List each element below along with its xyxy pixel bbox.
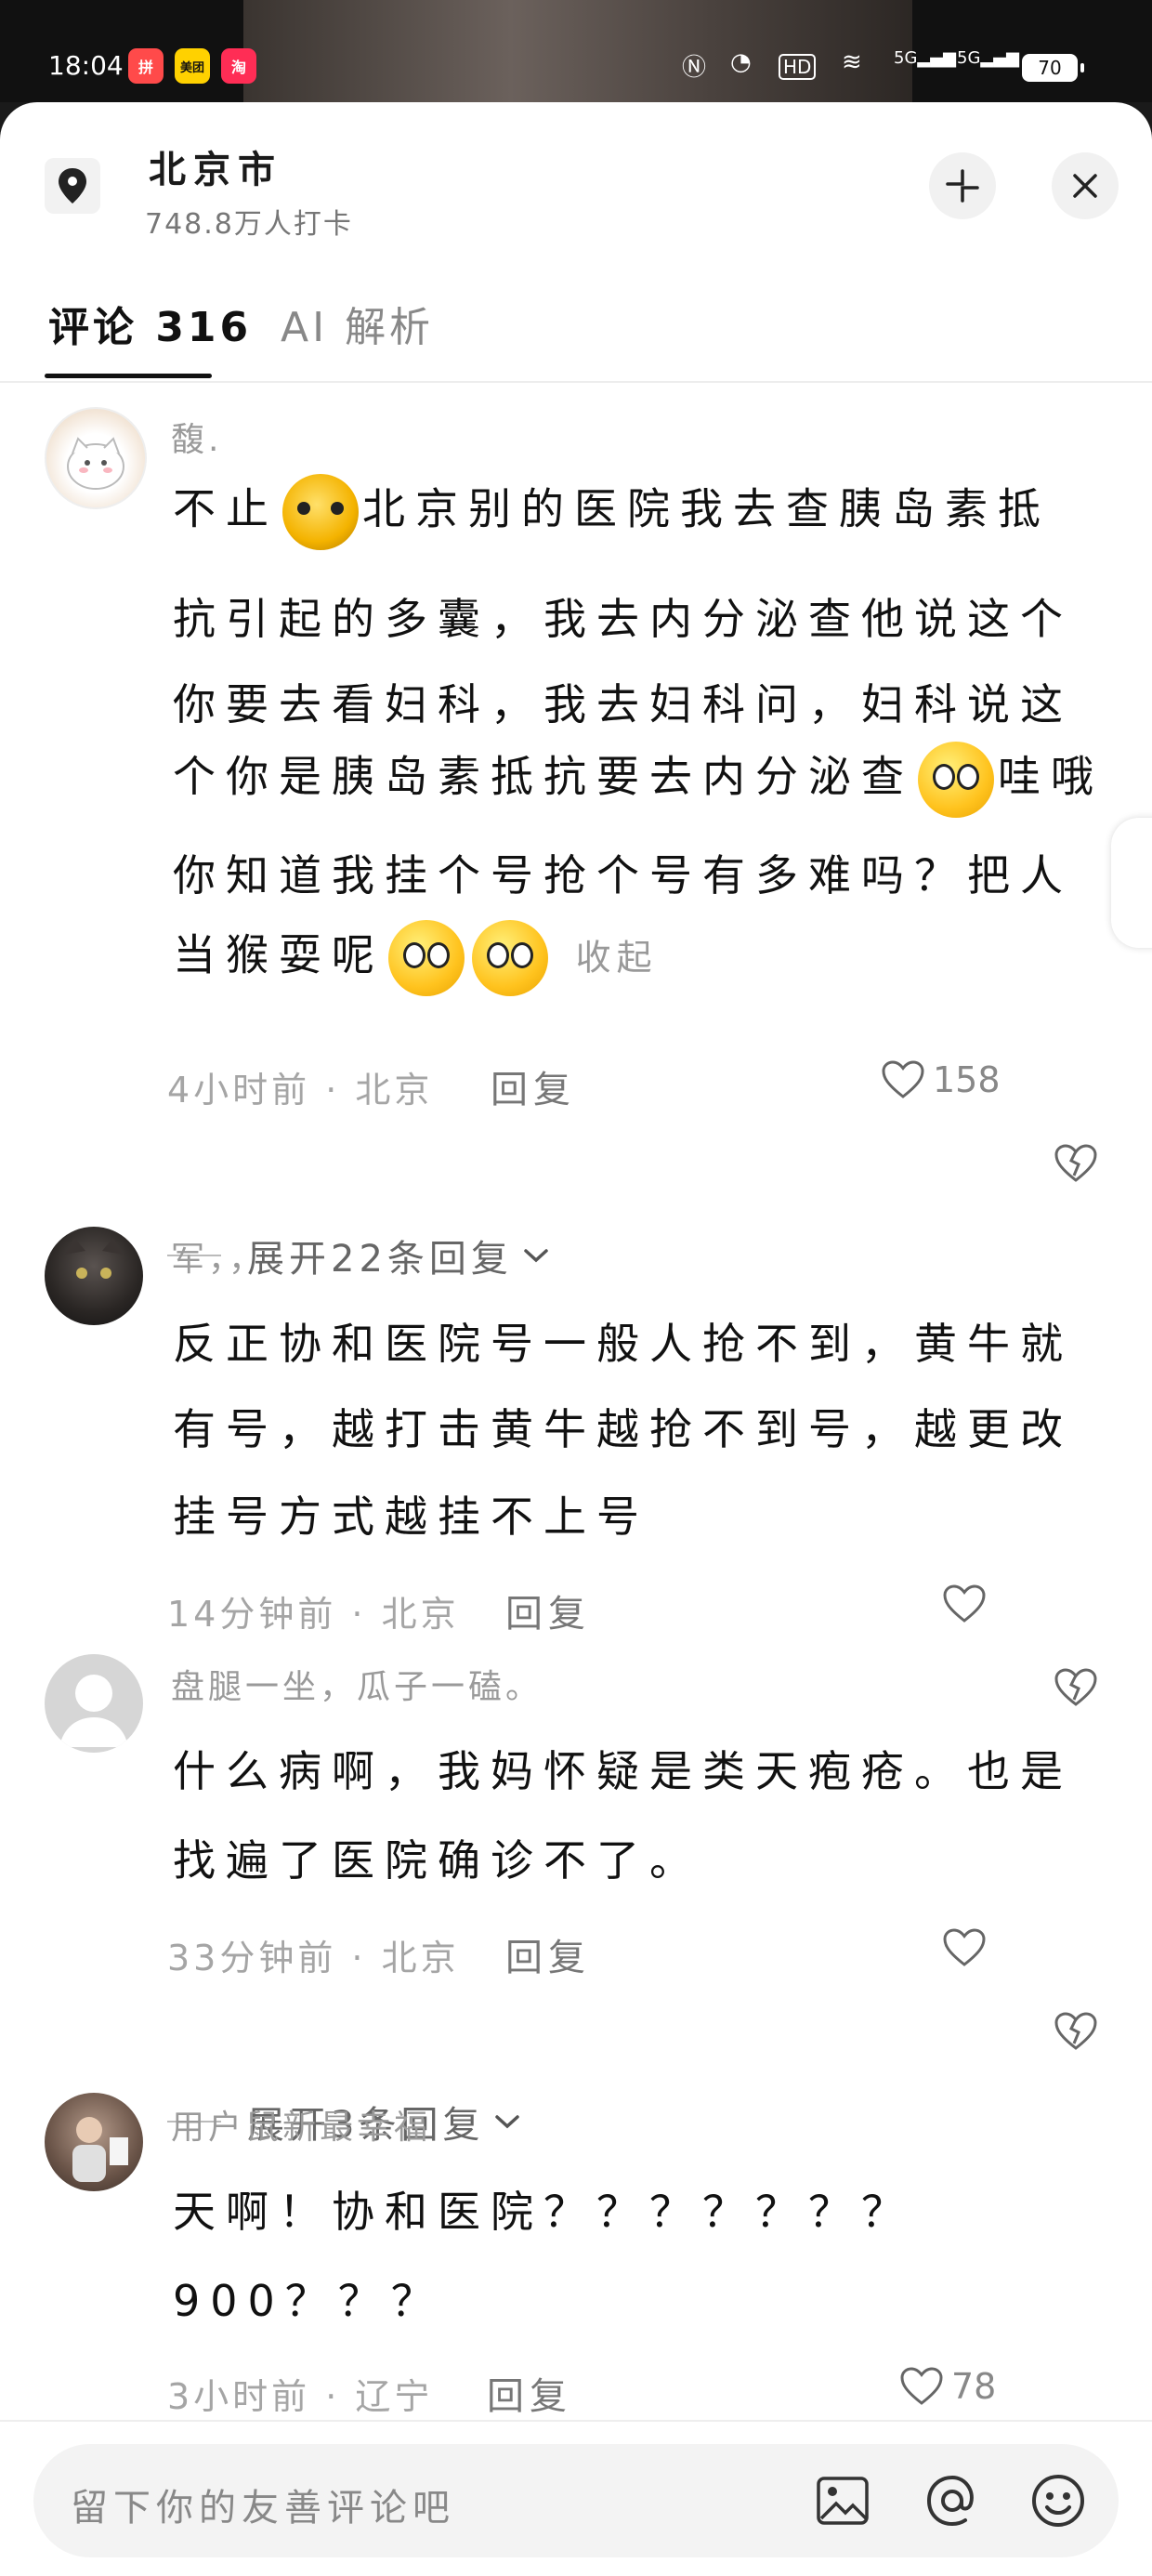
comment-text-line: 你知道我挂个号抢个号有多难吗？把人	[173, 850, 1073, 900]
side-floating-tab[interactable]	[1111, 818, 1152, 948]
broken-heart-icon	[1054, 1144, 1097, 1182]
heart-icon	[882, 1060, 924, 1098]
comment-username[interactable]: 用户鼠新最幸福	[171, 2100, 431, 2149]
comment-input[interactable]: 留下你的友善评论吧	[33, 2444, 1119, 2557]
minimize-icon[interactable]	[929, 152, 996, 219]
hd-icon: HD	[779, 54, 817, 80]
comment-text-suffix: 哇哦	[998, 751, 1104, 802]
image-icon[interactable]	[810, 2468, 875, 2533]
comment-text-prefix: 不止	[173, 483, 279, 534]
tab-comments[interactable]: 评论 316	[48, 294, 252, 353]
comment-time: 3小时前 · 辽宁	[167, 2376, 434, 2417]
comment-text-line: 反正协和医院号一般人抢不到，黄牛就	[173, 1319, 1073, 1369]
comment-text-fragment: 当猴耍呢	[173, 929, 385, 980]
expand-label: 展开22条回复	[247, 1238, 513, 1281]
avatar[interactable]	[45, 1654, 143, 1753]
location-pin-icon[interactable]	[45, 158, 100, 214]
taobao-app-icon: 淘	[221, 48, 256, 84]
comment-time: 14分钟前 · 北京	[167, 1594, 460, 1635]
reply-button[interactable]: 回复	[505, 1584, 591, 1637]
tab-ai-analysis[interactable]: AI 解析	[281, 294, 434, 353]
wifi-icon: ≋	[842, 48, 862, 76]
comment-text-line: 个你是胰岛素抵抗要去内分泌查 哇哦	[173, 742, 1104, 818]
close-icon[interactable]	[1052, 152, 1119, 219]
smile-emoji-icon	[918, 742, 994, 818]
reply-button[interactable]: 回复	[491, 1059, 576, 1113]
comment-text-line: 有号，越打击黄牛越抢不到号，越更改	[173, 1404, 1073, 1454]
comment-time: 33分钟前 · 北京	[167, 1938, 460, 1978]
meituan-app-icon: 美团	[175, 48, 210, 84]
comment-username[interactable]: 盘腿一坐，瓜子一磕。	[171, 1660, 543, 1708]
comment-text-fragment: 北京别的医院我去查胰岛素抵	[362, 483, 1051, 534]
like-button[interactable]: 158	[881, 1059, 1001, 1100]
broken-heart-icon	[1054, 2012, 1097, 2050]
heart-icon	[943, 1584, 986, 1623]
comment-input-bar: 留下你的友善评论吧	[0, 2420, 1152, 2576]
like-button[interactable]	[942, 1584, 987, 1624]
video-preview	[243, 0, 912, 102]
avatar[interactable]	[45, 2093, 143, 2191]
tab-divider	[0, 381, 1152, 383]
speed-icon: ◔	[730, 48, 752, 76]
comment-text-line: 挂号方式越挂不上号	[173, 1492, 649, 1542]
reply-button[interactable]: 回复	[487, 2366, 572, 2420]
smile-emoji-icon	[472, 920, 548, 996]
location-title[interactable]: 北京市	[149, 139, 282, 193]
dislike-button[interactable]	[1054, 2011, 1098, 2056]
headphone-face-emoji-icon	[282, 474, 359, 550]
comment-text-fragment: 个你是胰岛素抵抗要去内分泌查	[173, 751, 914, 802]
pinduoduo-app-icon: 拼	[128, 48, 164, 84]
status-time: 18:04	[48, 50, 124, 81]
signal-icon-2: 5G▂▄▆	[957, 48, 1019, 68]
status-bar: 18:04 拼 美团 淘 Ⓝ ◔ HD ≋ 5G▂▄▆ 5G▂▄▆ 70	[0, 0, 1152, 102]
like-button[interactable]	[942, 1927, 987, 1968]
chevron-down-icon	[495, 2115, 520, 2129]
chevron-down-icon	[524, 1249, 548, 1263]
avatar[interactable]	[45, 1227, 143, 1325]
broken-heart-icon	[1054, 1668, 1097, 1706]
comment-text-line: 不止 北京别的医院我去查胰岛素抵	[173, 474, 1051, 550]
comment-text-line: 你要去看妇科，我去妇科问，妇科说这	[173, 679, 1073, 729]
smile-emoji-icon	[388, 920, 465, 996]
tab-underline	[45, 374, 212, 378]
comments-sheet: 北京市 748.8万人打卡 评论 316 AI 解析 馥. 不止 北京别的医院我去…	[0, 102, 1152, 2576]
reply-button[interactable]: 回复	[505, 1927, 591, 1981]
nfc-icon: Ⓝ	[682, 54, 707, 82]
comment-text-line: 900？？？	[173, 2276, 444, 2326]
comment-input-placeholder[interactable]: 留下你的友善评论吧	[71, 2477, 455, 2531]
checkin-count: 748.8万人打卡	[145, 208, 353, 241]
at-icon[interactable]	[920, 2468, 985, 2533]
like-button[interactable]: 78	[899, 2366, 996, 2407]
comment-text-line: 什么病啊，我妈怀疑是类天疱疮。也是	[173, 1746, 1073, 1796]
comment-text-line: 天啊！协和医院？？？？？？？	[173, 2187, 914, 2237]
comment-username[interactable]: 馥.	[171, 413, 222, 461]
dislike-button[interactable]	[1054, 1143, 1098, 1188]
heart-icon	[943, 1928, 986, 1966]
like-count: 78	[951, 2366, 997, 2407]
collapse-link[interactable]: 收起	[576, 938, 658, 979]
heart-icon	[900, 2367, 943, 2405]
comment-text-line: 找遍了医院确诊不了。	[173, 1835, 702, 1886]
battery-indicator: 70	[1022, 54, 1084, 82]
comment-username[interactable]: 军，，	[171, 1232, 266, 1281]
signal-icon: 5G▂▄▆	[894, 48, 956, 68]
like-count: 158	[933, 1059, 1001, 1100]
comment-text-line: 抗引起的多囊，我去内分泌查他说这个	[173, 594, 1073, 644]
avatar[interactable]	[45, 407, 147, 509]
emoji-icon[interactable]	[1026, 2468, 1091, 2533]
dislike-button[interactable]	[1054, 1667, 1098, 1712]
comment-time: 4小时前 · 北京	[167, 1070, 434, 1111]
comment-text-line: 当猴耍呢 收起	[173, 920, 658, 996]
